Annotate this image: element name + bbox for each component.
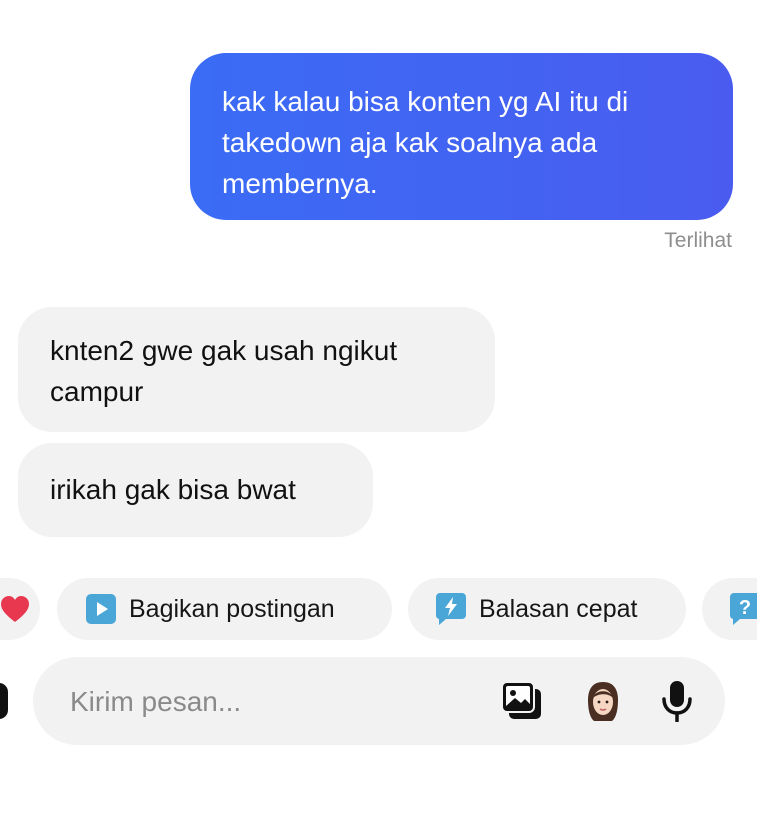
- share-post-icon: [84, 593, 117, 626]
- quick-reply-icon: [434, 593, 467, 626]
- incoming-message-bubble[interactable]: irikah gak bisa bwat: [18, 443, 373, 537]
- incoming-message-bubble[interactable]: knten2 gwe gak usah ngikut campur: [18, 307, 495, 432]
- microphone-icon[interactable]: [655, 679, 699, 723]
- avatar-sticker-icon[interactable]: [581, 679, 625, 723]
- quick-reply-label: Balasan cepat: [479, 594, 638, 623]
- heart-chip[interactable]: [0, 578, 40, 640]
- outgoing-message-bubble[interactable]: kak kalau bisa konten yg AI itu di taked…: [190, 53, 733, 220]
- message-composer: [33, 657, 725, 745]
- chat-screen: ‾ ‾ ‾‾ ‾ ‾‾‾ ‾ ‾‾ ‾‾ kak kalau bisa kont…: [0, 0, 757, 829]
- help-icon: ?: [728, 593, 757, 626]
- cut-off-previous-message: ‾ ‾ ‾‾ ‾ ‾‾‾ ‾ ‾‾ ‾‾: [60, 0, 600, 4]
- message-input[interactable]: [68, 679, 452, 725]
- incoming-message-text: irikah gak bisa bwat: [50, 474, 296, 505]
- seen-status: Terlihat: [664, 229, 732, 252]
- gallery-icon[interactable]: [501, 679, 545, 723]
- help-chip[interactable]: ?: [702, 578, 757, 640]
- share-post-chip[interactable]: Bagikan postingan: [57, 578, 392, 640]
- incoming-message-text: knten2 gwe gak usah ngikut campur: [50, 335, 398, 407]
- outgoing-message-text: kak kalau bisa konten yg AI itu di taked…: [222, 86, 629, 199]
- camera-button-edge[interactable]: [0, 683, 8, 719]
- heart-icon: [0, 593, 30, 626]
- share-post-label: Bagikan postingan: [129, 594, 335, 623]
- quick-reply-chip[interactable]: Balasan cepat: [408, 578, 686, 640]
- svg-text:?: ?: [738, 597, 750, 619]
